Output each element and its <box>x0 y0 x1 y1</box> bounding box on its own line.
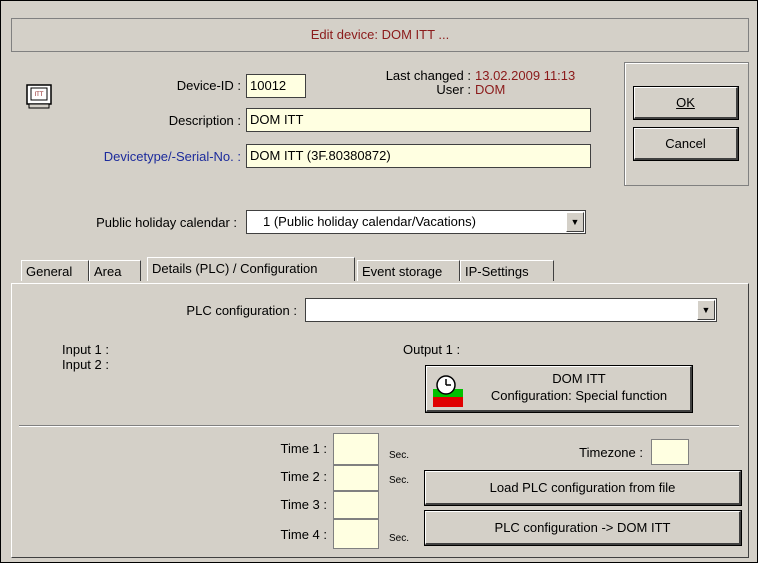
tab-details-plc-configuration[interactable]: Details (PLC) / Configuration <box>147 257 355 281</box>
time-4-unit: Sec. <box>389 533 410 544</box>
last-changed-label: Last changed : <box>385 68 471 83</box>
clock-timer-icon <box>433 373 463 407</box>
plc-config-label: PLC configuration : <box>186 303 297 318</box>
time-1-label: Time 1 : <box>280 441 327 456</box>
time-1-input[interactable] <box>333 433 379 465</box>
public-holiday-label: Public holiday calendar : <box>96 215 237 230</box>
devicetype-input[interactable]: DOM ITT (3F.80380872) <box>246 144 591 168</box>
public-holiday-select[interactable]: 1 (Public holiday calendar/Vacations) ▼ <box>246 210 586 234</box>
output-1-label: Output 1 : <box>403 342 461 357</box>
public-holiday-value: 1 (Public holiday calendar/Vacations) <box>263 214 476 229</box>
svg-text:ITT: ITT <box>35 92 44 98</box>
time-4-input[interactable] <box>333 519 379 549</box>
time-2-label: Time 2 : <box>280 469 327 484</box>
chevron-down-icon[interactable]: ▼ <box>566 212 584 232</box>
tab-general[interactable]: General <box>21 260 89 281</box>
timezone-label: Timezone : <box>579 445 643 460</box>
device-id-label: Device-ID : <box>176 78 241 93</box>
input-2-label: Input 2 : <box>62 357 109 372</box>
time-1-unit: Sec. <box>389 450 410 461</box>
description-label: Description : <box>168 113 241 128</box>
chevron-down-icon[interactable]: ▼ <box>697 300 715 320</box>
devicetype-label: Devicetype/-Serial-No. : <box>103 149 241 164</box>
plc-config-select[interactable]: ▼ <box>305 298 717 322</box>
special-function-line1: DOM ITT <box>552 371 606 386</box>
action-group <box>624 62 749 186</box>
user-label: User : <box>436 82 471 97</box>
device-icon: ITT <box>26 84 52 110</box>
description-input[interactable]: DOM ITT <box>246 108 591 132</box>
timezone-input[interactable] <box>651 439 689 465</box>
tab-event-storage[interactable]: Event storage <box>357 260 460 281</box>
time-3-label: Time 3 : <box>280 497 327 512</box>
time-4-label: Time 4 : <box>280 527 327 542</box>
transfer-plc-config-button[interactable]: PLC configuration -> DOM ITT <box>425 511 741 545</box>
last-changed-value: 13.02.2009 11:13 <box>475 68 576 83</box>
ok-button[interactable]: OK <box>634 87 738 119</box>
user-value: DOM <box>475 82 506 97</box>
edit-device-dialog: Edit device: DOM ITT ... ITT Device-ID :… <box>0 0 758 563</box>
special-function-line2: Configuration: Special function <box>490 388 668 403</box>
time-3-input[interactable] <box>333 491 379 519</box>
time-2-input[interactable] <box>333 465 379 491</box>
cancel-button[interactable]: Cancel <box>634 128 738 160</box>
special-function-button[interactable]: DOM ITT Configuration: Special function <box>426 366 692 412</box>
input-1-label: Input 1 : <box>62 342 109 357</box>
dialog-title: Edit device: DOM ITT ... <box>11 18 749 52</box>
time-2-unit: Sec. <box>389 475 410 486</box>
tab-area[interactable]: Area <box>89 260 141 281</box>
device-id-input[interactable]: 10012 <box>246 74 306 98</box>
load-plc-config-button[interactable]: Load PLC configuration from file <box>425 471 741 505</box>
ok-button-label: OK <box>676 95 695 110</box>
divider <box>19 425 739 427</box>
tab-ip-settings[interactable]: IP-Settings <box>460 260 554 281</box>
